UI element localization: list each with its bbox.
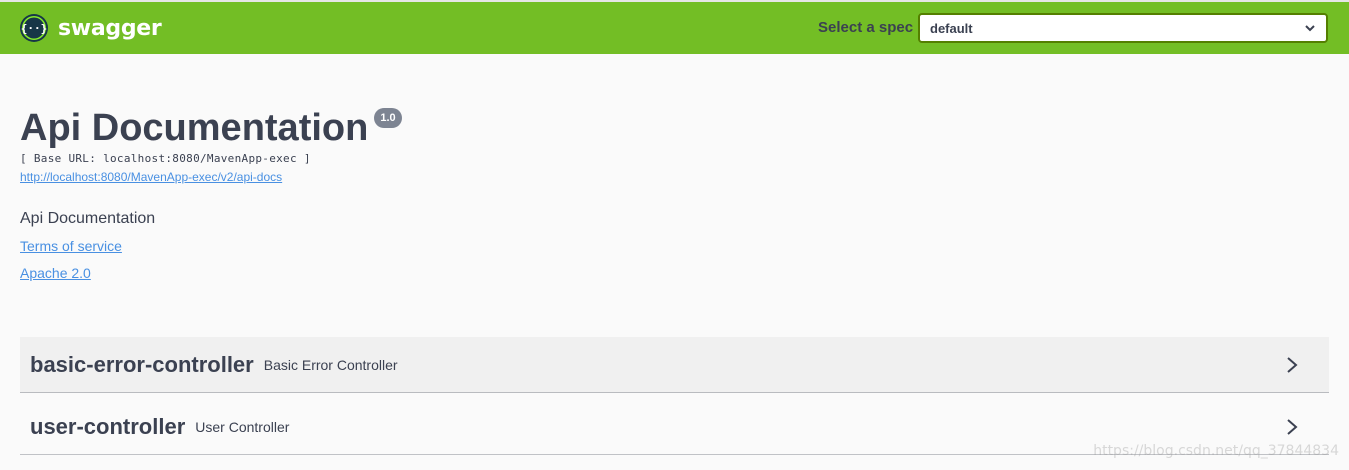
swagger-logo[interactable]: {··} swagger (20, 14, 162, 42)
watermark: https://blog.csdn.net/qq_37844834 (1093, 443, 1339, 459)
swagger-logo-text: swagger (58, 15, 162, 41)
spec-select[interactable]: default (918, 13, 1328, 43)
swagger-logo-icon: {··} (20, 14, 48, 42)
chevron-right-icon (1287, 357, 1298, 373)
api-docs-link[interactable]: http://localhost:8080/MavenApp-exec/v2/a… (20, 170, 282, 184)
tag-name: user-controller (30, 413, 186, 439)
tag-description: Basic Error Controller (263, 356, 398, 373)
topbar: {··} swagger Select a spec default (0, 0, 1349, 54)
api-description: Api Documentation (20, 210, 156, 227)
svg-text:{··}: {··} (21, 22, 48, 35)
tag-name: basic-error-controller (30, 351, 254, 377)
chevron-down-icon (1305, 25, 1315, 32)
api-info: Api Documentation 1.0 [ Base URL: localh… (20, 102, 402, 281)
spec-select-value: default (930, 21, 973, 36)
select-spec-label: Select a spec (818, 19, 914, 36)
version-badge: 1.0 (374, 108, 402, 128)
tag-basic-error-controller[interactable]: basic-error-controller Basic Error Contr… (20, 337, 1329, 393)
terms-of-service-link[interactable]: Terms of service (20, 238, 402, 254)
tag-description: User Controller (195, 418, 290, 435)
chevron-right-icon (1287, 419, 1298, 435)
license-link[interactable]: Apache 2.0 (20, 265, 402, 281)
page-title: Api Documentation (20, 107, 369, 149)
